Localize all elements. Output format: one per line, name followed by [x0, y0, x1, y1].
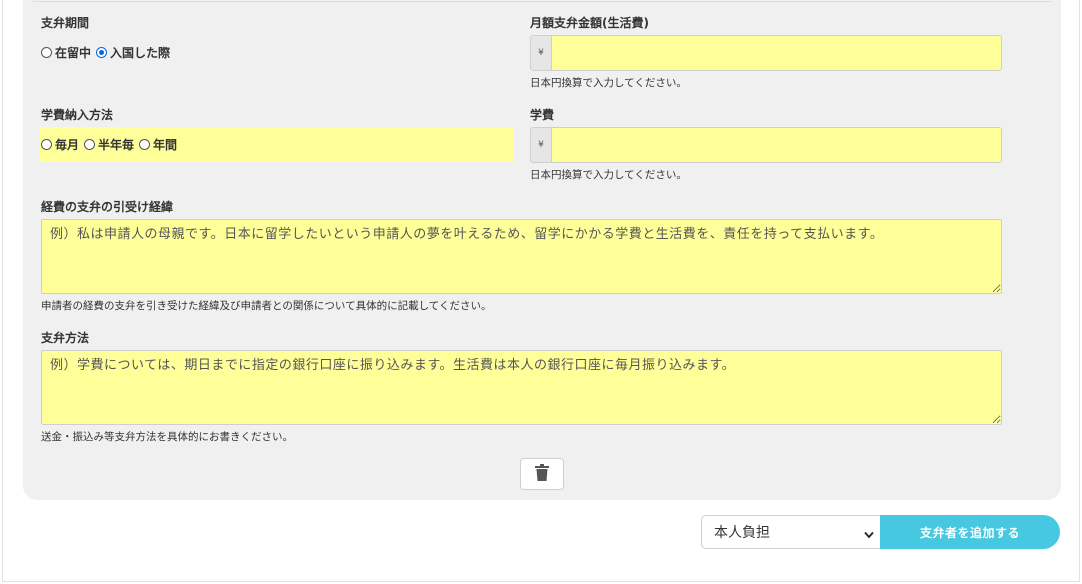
- yen-prefix: ¥: [530, 127, 551, 163]
- radio-button[interactable]: [41, 139, 52, 150]
- radio-button[interactable]: [139, 139, 151, 150]
- option-label: 年間: [153, 138, 178, 152]
- monthly-amount-help: 日本円換算で入力してください。: [530, 77, 687, 89]
- monthly-amount-input[interactable]: [551, 35, 1002, 71]
- payment-method-label: 支弁方法: [41, 331, 90, 345]
- tuition-help: 日本円換算で入力してください。: [530, 169, 687, 181]
- tuition-method-option-monthly[interactable]: 毎月: [41, 136, 79, 153]
- option-label: 半年毎: [98, 138, 135, 152]
- payment-period-option-during-stay[interactable]: 在留中: [41, 44, 91, 61]
- divider: [33, 1, 1051, 2]
- monthly-amount-group: ¥: [530, 35, 1002, 71]
- option-label: 毎月: [55, 138, 80, 152]
- payment-method-textarea[interactable]: [41, 350, 1002, 425]
- sponsor-type-select[interactable]: 本人負担: [701, 515, 881, 549]
- background-textarea[interactable]: [41, 219, 1002, 294]
- tuition-method-label: 学費納入方法: [41, 108, 114, 122]
- tuition-input[interactable]: [551, 127, 1002, 163]
- yen-prefix: ¥: [530, 35, 551, 71]
- option-label: 在留中: [55, 45, 92, 60]
- payment-period-option-on-entry[interactable]: 入国した際: [96, 44, 170, 61]
- chevron-down-icon: [864, 527, 874, 543]
- radio-button[interactable]: [41, 46, 52, 58]
- tuition-method-radio-group: 毎月 半年毎 年間: [40, 127, 514, 162]
- payment-method-help: 送金・振込み等支弁方法を具体的にお書きください。: [41, 431, 293, 443]
- tuition-label: 学費: [530, 108, 555, 122]
- payment-period-radio-group: 在留中 入国した際: [41, 44, 175, 60]
- payment-period-label: 支弁期間: [41, 16, 90, 30]
- option-label: 入国した際: [110, 45, 171, 60]
- radio-button[interactable]: [84, 139, 96, 150]
- tuition-method-option-half-year[interactable]: 半年毎: [84, 136, 134, 153]
- background-label: 経費の支弁の引受け経緯: [41, 200, 174, 214]
- radio-button-checked[interactable]: [96, 46, 108, 58]
- add-sponsor-button[interactable]: 支弁者を追加する: [880, 515, 1060, 549]
- trash-icon: [535, 463, 549, 485]
- monthly-amount-label: 月額支弁金額(生活費): [530, 16, 649, 30]
- select-value: 本人負担: [714, 525, 770, 541]
- delete-sponsor-button[interactable]: [520, 458, 564, 490]
- tuition-group: ¥: [530, 127, 1002, 163]
- tuition-method-option-yearly[interactable]: 年間: [139, 136, 177, 153]
- background-help: 申請者の経費の支弁を引き受けた経緯及び申請者との関係について具体的に記載してくだ…: [41, 300, 492, 312]
